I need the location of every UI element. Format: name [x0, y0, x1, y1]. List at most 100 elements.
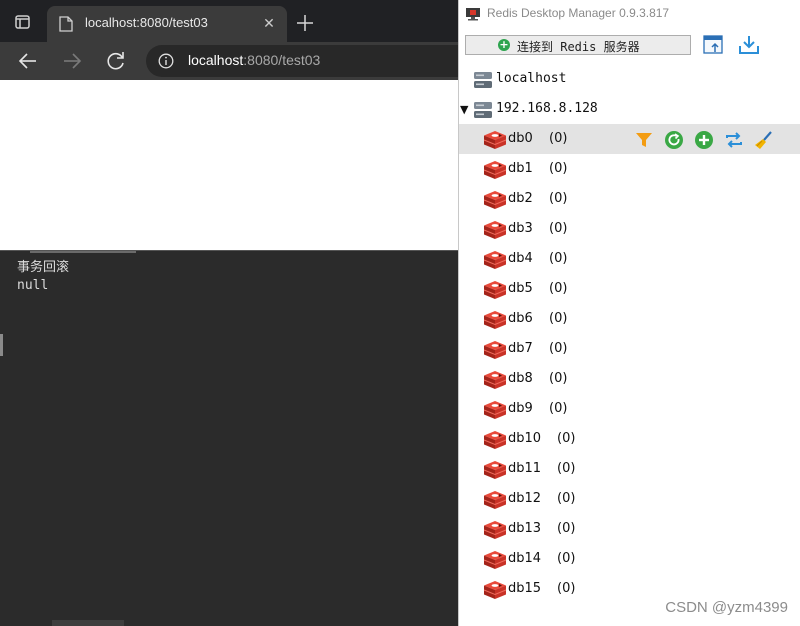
- redis-db-icon: [483, 221, 507, 239]
- add-key-icon: [695, 131, 713, 149]
- tree-db-db5[interactable]: db5 (0): [459, 274, 800, 304]
- refresh-icon: [107, 52, 124, 70]
- connect-to-redis-button[interactable]: + 连接到 Redis 服务器: [465, 35, 691, 55]
- redis-db-icon: [483, 311, 507, 329]
- tree-db-db13[interactable]: db13 (0): [459, 514, 800, 544]
- tree-db-db15[interactable]: db15 (0): [459, 574, 800, 604]
- back-button[interactable]: [13, 46, 43, 76]
- console-gutter-marker: [0, 334, 3, 356]
- console-line: 事务回滚: [17, 260, 70, 275]
- redis-db-icon: [483, 371, 507, 389]
- import-button[interactable]: [703, 34, 725, 56]
- tree-db-db8[interactable]: db8 (0): [459, 364, 800, 394]
- db-name: db6: [508, 311, 533, 326]
- tree-db-db6[interactable]: db6 (0): [459, 304, 800, 334]
- db-key-count: (0): [557, 431, 576, 446]
- server-name: 192.168.8.128: [496, 101, 598, 116]
- add-key-button[interactable]: [694, 130, 714, 150]
- tree-db-db12[interactable]: db12 (0): [459, 484, 800, 514]
- address-bar[interactable]: localhost:8080/test03: [146, 45, 458, 77]
- tree-db-db14[interactable]: db14 (0): [459, 544, 800, 574]
- db-name: db7: [508, 341, 533, 356]
- redis-db-icon: [483, 401, 507, 419]
- redis-db-icon: [483, 491, 507, 509]
- tree-db-db3[interactable]: db3 (0): [459, 214, 800, 244]
- db-name: db1: [508, 161, 533, 176]
- server-icon-wrap: [473, 101, 493, 119]
- browser-tab[interactable]: localhost:8080/test03 ✕: [47, 6, 287, 42]
- db-key-count: (0): [549, 221, 568, 236]
- db-key-count: (0): [549, 371, 568, 386]
- console-line: null: [17, 278, 49, 293]
- reload-button[interactable]: [101, 46, 131, 76]
- db-key-count: (0): [557, 581, 576, 596]
- redis-db-icon-wrap: [483, 310, 507, 330]
- redis-db-icon: [483, 341, 507, 359]
- db-key-count: (0): [549, 281, 568, 296]
- redis-db-icon-wrap: [483, 160, 507, 180]
- db-name: db11: [508, 461, 542, 476]
- flush-db-button[interactable]: [754, 130, 774, 150]
- tree-db-db0[interactable]: db0 (0): [459, 124, 800, 154]
- flush-icon: [755, 131, 772, 149]
- console-scrollbar[interactable]: [52, 620, 124, 626]
- tab-actions-icon: [15, 15, 30, 29]
- redis-db-icon-wrap: [483, 220, 507, 240]
- export-button[interactable]: [737, 34, 761, 56]
- tree-db-db11[interactable]: db11 (0): [459, 454, 800, 484]
- redis-db-icon-wrap: [483, 130, 507, 150]
- redis-db-icon: [483, 521, 507, 539]
- redis-db-icon: [483, 251, 507, 269]
- server-name: localhost: [496, 71, 567, 86]
- db-name: db13: [508, 521, 542, 536]
- server-icon: [474, 102, 492, 118]
- tree-db-db2[interactable]: db2 (0): [459, 184, 800, 214]
- close-tab-icon[interactable]: ✕: [259, 14, 279, 34]
- import-icon: [703, 35, 723, 54]
- swap-button[interactable]: [724, 130, 744, 150]
- db-key-count: (0): [549, 311, 568, 326]
- db-key-count: (0): [549, 131, 568, 146]
- db-key-count: (0): [557, 551, 576, 566]
- connect-label: 连接到 Redis 服务器: [517, 40, 640, 54]
- tree-db-db10[interactable]: db10 (0): [459, 424, 800, 454]
- info-icon[interactable]: [158, 53, 174, 69]
- tree-db-db9[interactable]: db9 (0): [459, 394, 800, 424]
- redis-db-icon-wrap: [483, 340, 507, 360]
- redis-db-icon: [483, 131, 507, 149]
- db-name: db2: [508, 191, 533, 206]
- db-key-count: (0): [549, 401, 568, 416]
- db-key-count: (0): [549, 161, 568, 176]
- tree-db-db4[interactable]: db4 (0): [459, 244, 800, 274]
- filter-button[interactable]: [634, 130, 654, 150]
- db-key-count: (0): [549, 341, 568, 356]
- tree-server-2[interactable]: ▼ 192.168.8.128: [459, 94, 800, 124]
- db-name: db10: [508, 431, 542, 446]
- tree-server-1[interactable]: localhost: [459, 64, 800, 94]
- reload-button[interactable]: [664, 130, 684, 150]
- redis-db-icon-wrap: [483, 280, 507, 300]
- console-resize-handle[interactable]: [30, 251, 136, 253]
- redis-db-icon: [483, 191, 507, 209]
- db-name: db8: [508, 371, 533, 386]
- redis-db-icon-wrap: [483, 550, 507, 570]
- forward-button[interactable]: [57, 46, 87, 76]
- app-icon: [466, 8, 480, 21]
- db-key-count: (0): [549, 251, 568, 266]
- db-name: db12: [508, 491, 542, 506]
- tab-actions-button[interactable]: [8, 8, 36, 36]
- window-title: Redis Desktop Manager 0.9.3.817: [487, 6, 670, 20]
- new-tab-button[interactable]: [292, 10, 318, 36]
- db-name: db5: [508, 281, 533, 296]
- server-icon: [474, 72, 492, 88]
- tree-db-db7[interactable]: db7 (0): [459, 334, 800, 364]
- redis-db-icon-wrap: [483, 520, 507, 540]
- expand-arrow-icon[interactable]: ▼: [460, 103, 468, 116]
- download-icon: [739, 36, 759, 54]
- db-name: db9: [508, 401, 533, 416]
- console-panel: 事务回滚 null: [0, 250, 458, 626]
- db-name: db4: [508, 251, 533, 266]
- redis-desktop-manager-window: Redis Desktop Manager 0.9.3.817 + 连接到 Re…: [458, 0, 800, 626]
- navigation-bar: localhost:8080/test03: [0, 42, 458, 80]
- tree-db-db1[interactable]: db1 (0): [459, 154, 800, 184]
